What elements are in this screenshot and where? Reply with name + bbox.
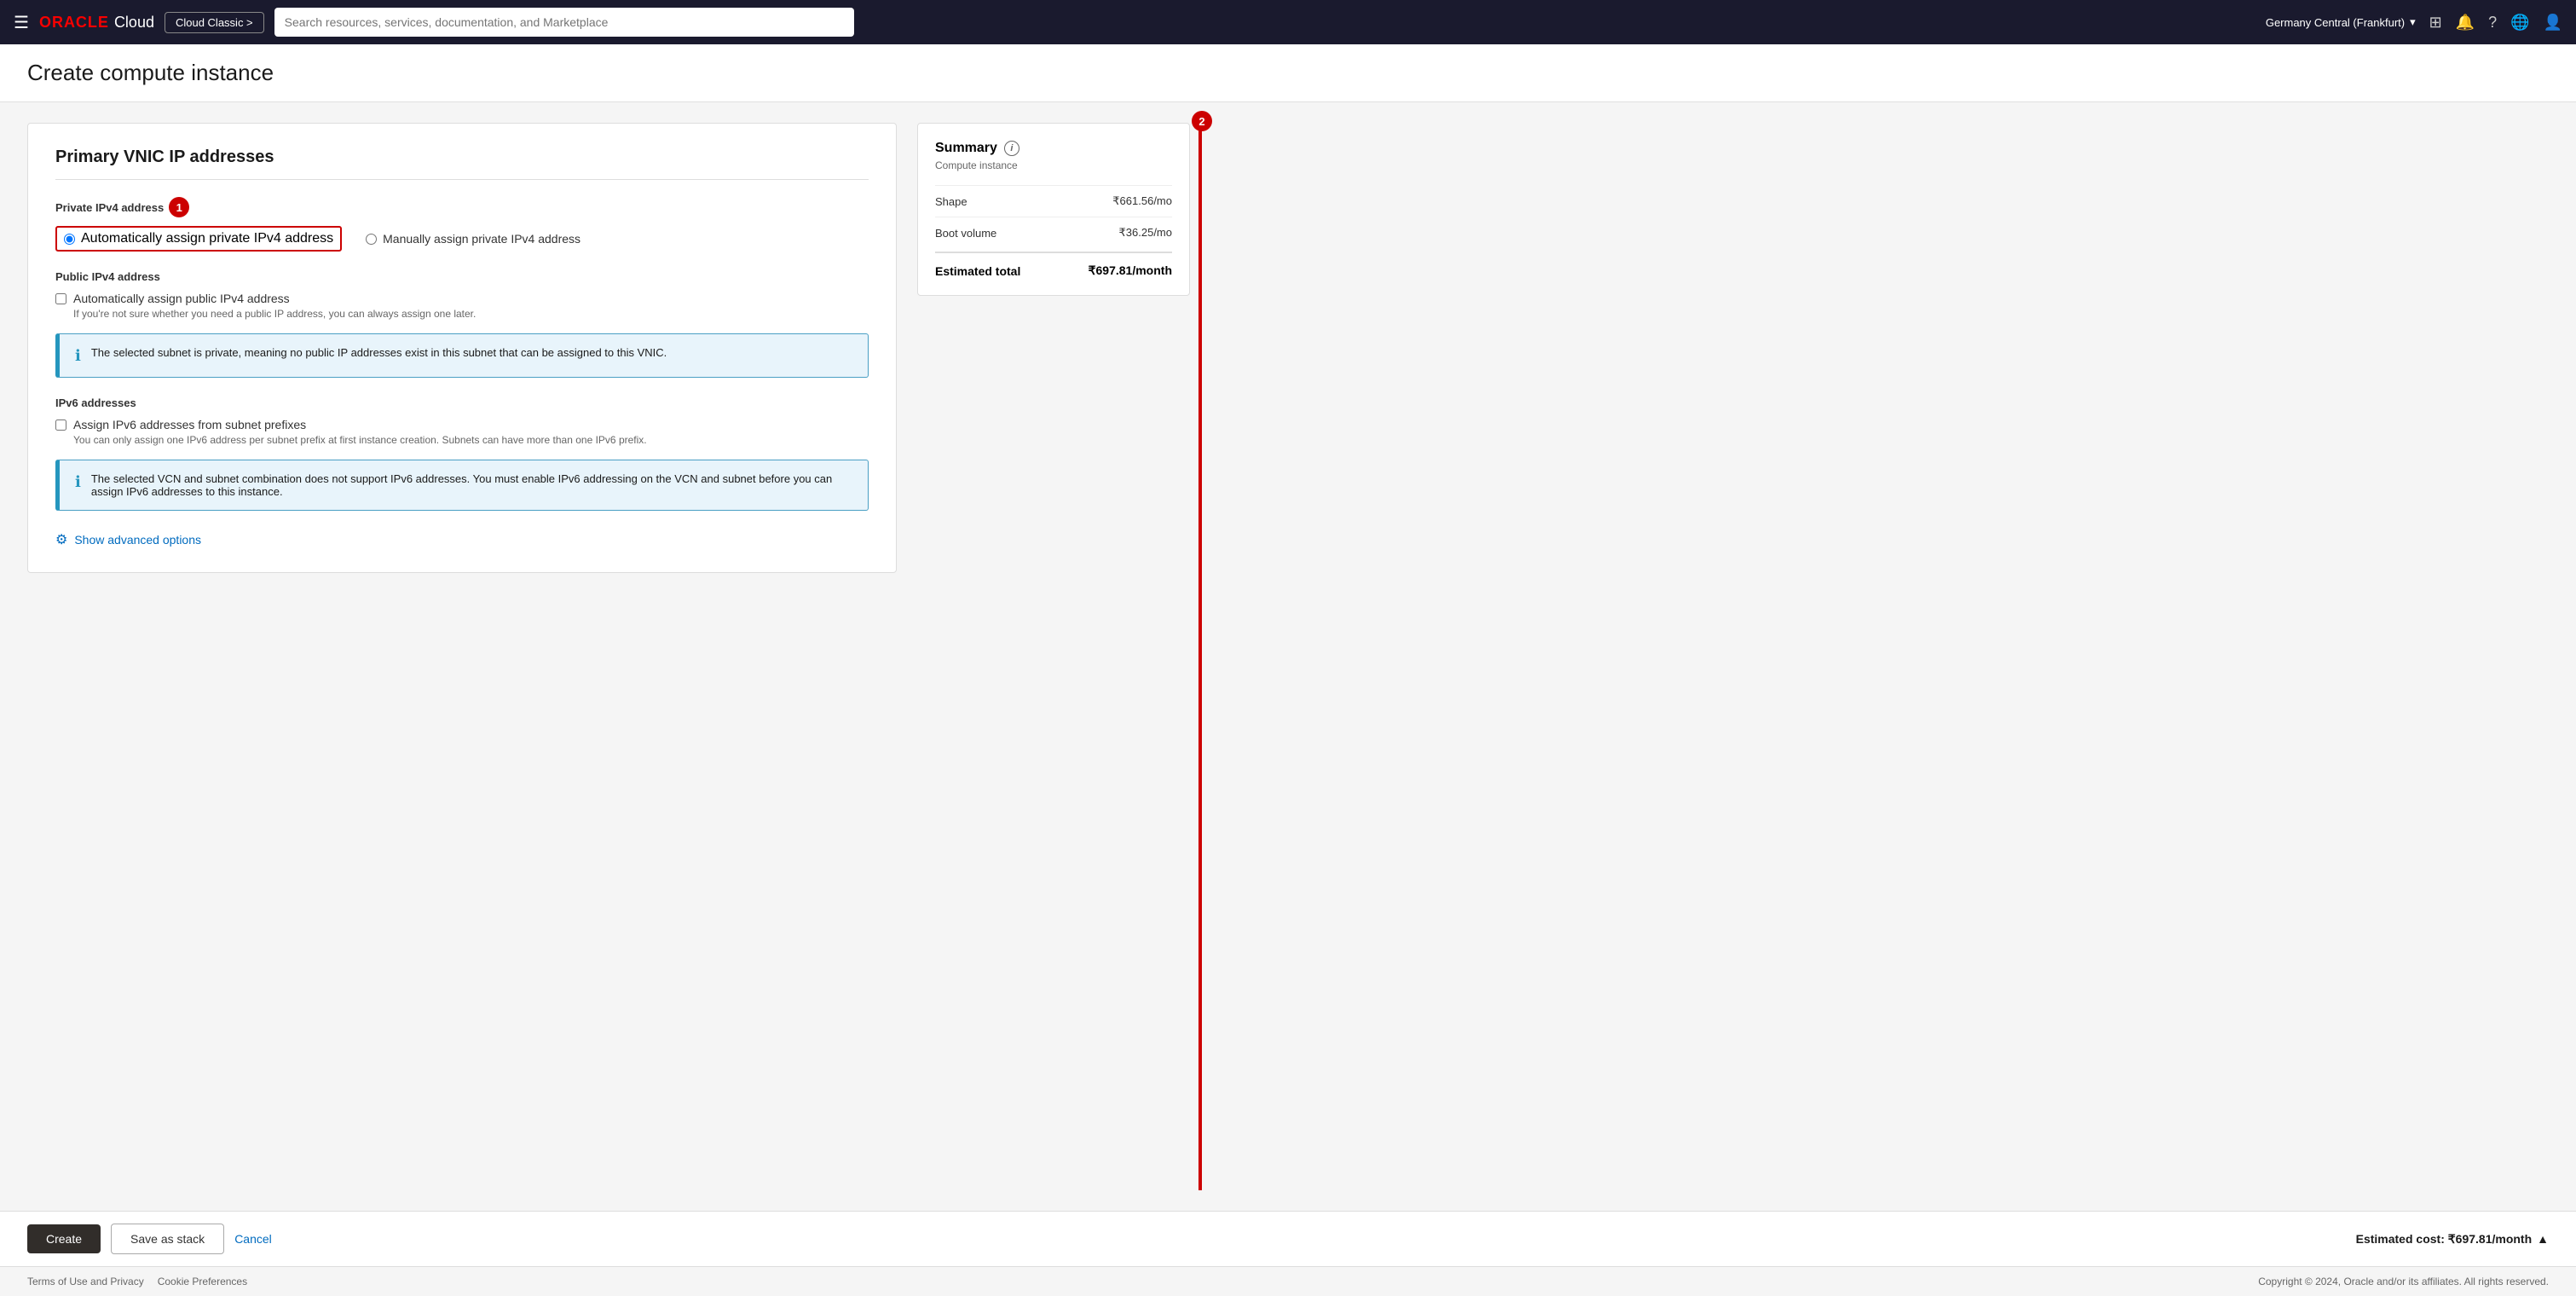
show-advanced-label: Show advanced options (74, 533, 201, 547)
summary-total-value: ₹697.81/month (1089, 263, 1172, 278)
ipv6-label-wrap: Assign IPv6 addresses from subnet prefix… (73, 418, 647, 446)
cloud-classic-button[interactable]: Cloud Classic > (165, 12, 264, 33)
hamburger-icon[interactable]: ☰ (14, 12, 29, 33)
private-subnet-info-box: ℹ The selected subnet is private, meanin… (55, 333, 869, 378)
footer: Terms of Use and Privacy Cookie Preferen… (0, 1266, 2576, 1296)
summary-card: Summary i Compute instance Shape ₹661.56… (917, 123, 1190, 296)
cookie-link[interactable]: Cookie Preferences (158, 1276, 247, 1287)
ipv6-info-text: The selected VCN and subnet combination … (91, 472, 852, 498)
auto-public-ipv4-label-wrap: Automatically assign public IPv4 address… (73, 292, 476, 320)
footer-links: Terms of Use and Privacy Cookie Preferen… (27, 1276, 247, 1287)
user-avatar-icon[interactable]: 👤 (2544, 14, 2562, 32)
notifications-icon[interactable]: 🔔 (2456, 14, 2475, 32)
ipv6-sub-label: You can only assign one IPv6 address per… (73, 434, 647, 446)
sliders-icon: ⚙ (55, 531, 67, 548)
primary-vnic-section: Primary VNIC IP addresses Private IPv4 a… (27, 123, 897, 573)
private-ipv4-radio-group: Automatically assign private IPv4 addres… (55, 226, 869, 252)
estimated-cost-display[interactable]: Estimated cost: ₹697.81/month ▲ (2356, 1232, 2549, 1247)
private-subnet-info-text: The selected subnet is private, meaning … (91, 346, 667, 359)
language-icon[interactable]: 🌐 (2510, 14, 2529, 32)
summary-boot-volume-label: Boot volume (935, 227, 996, 240)
terms-link[interactable]: Terms of Use and Privacy (27, 1276, 144, 1287)
page-title: Create compute instance (27, 60, 2549, 86)
summary-title: Summary (935, 141, 997, 156)
private-ipv4-label: Private IPv4 address 1 (55, 197, 869, 217)
bottom-bar: Create Save as stack Cancel Estimated co… (0, 1211, 2576, 1266)
cloud-text: Cloud (114, 14, 154, 32)
estimated-cost-text: Estimated cost: ₹697.81/month (2356, 1232, 2533, 1247)
summary-boot-volume-value: ₹36.25/mo (1119, 226, 1172, 240)
page-header: Create compute instance (0, 44, 2576, 102)
manual-private-radio-input[interactable] (366, 234, 377, 245)
summary-shape-label: Shape (935, 195, 967, 208)
summary-header: Summary i (935, 141, 1172, 156)
chevron-up-icon: ▲ (2537, 1232, 2549, 1246)
oracle-text: ORACLE (39, 14, 109, 32)
top-navigation: ☰ ORACLE Cloud Cloud Classic > Germany C… (0, 0, 2576, 44)
help-icon[interactable]: ? (2488, 14, 2497, 32)
auto-private-radio-label: Automatically assign private IPv4 addres… (81, 231, 333, 246)
region-selector[interactable]: Germany Central (Frankfurt) ▾ (2266, 15, 2416, 29)
nav-right-controls: Germany Central (Frankfurt) ▾ ⊞ 🔔 ? 🌐 👤 (2266, 14, 2562, 32)
ipv6-checkbox-group: Assign IPv6 addresses from subnet prefix… (55, 418, 869, 446)
console-icon[interactable]: ⊞ (2429, 14, 2442, 32)
summary-total-label: Estimated total (935, 264, 1020, 278)
main-content: Primary VNIC IP addresses Private IPv4 a… (0, 102, 2576, 1211)
auto-public-ipv4-sub-label: If you're not sure whether you need a pu… (73, 308, 476, 320)
auto-public-ipv4-checkbox-group: Automatically assign public IPv4 address… (55, 292, 869, 320)
form-panel: Primary VNIC IP addresses Private IPv4 a… (27, 123, 897, 1190)
cancel-button[interactable]: Cancel (234, 1232, 272, 1246)
search-input[interactable] (285, 15, 844, 29)
search-bar[interactable] (274, 8, 854, 37)
copyright-text: Copyright © 2024, Oracle and/or its affi… (2258, 1276, 2549, 1287)
info-circle-icon: ℹ (75, 347, 81, 365)
summary-shape-row: Shape ₹661.56/mo (935, 185, 1172, 217)
section-title: Primary VNIC IP addresses (55, 148, 869, 180)
manual-private-radio-label: Manually assign private IPv4 address (383, 232, 580, 246)
summary-boot-volume-row: Boot volume ₹36.25/mo (935, 217, 1172, 248)
summary-info-icon[interactable]: i (1004, 141, 1019, 156)
show-advanced-options-link[interactable]: ⚙ Show advanced options (55, 531, 869, 548)
auto-assign-private-radio-selected[interactable]: Automatically assign private IPv4 addres… (55, 226, 342, 252)
ipv6-main-label: Assign IPv6 addresses from subnet prefix… (73, 418, 647, 431)
public-ipv4-label: Public IPv4 address (55, 270, 869, 283)
summary-panel: 2 Summary i Compute instance Shape ₹661.… (917, 123, 1190, 1190)
manual-assign-private-radio[interactable]: Manually assign private IPv4 address (366, 232, 580, 246)
step2-badge: 2 (1192, 111, 1212, 131)
summary-shape-value: ₹661.56/mo (1112, 194, 1172, 208)
summary-subtitle: Compute instance (935, 159, 1172, 171)
ipv6-checkbox[interactable] (55, 419, 66, 431)
auto-private-radio-input[interactable] (64, 234, 75, 245)
summary-total-row: Estimated total ₹697.81/month (935, 252, 1172, 278)
ipv6-info-box: ℹ The selected VCN and subnet combinatio… (55, 460, 869, 511)
save-as-stack-button[interactable]: Save as stack (111, 1224, 224, 1254)
step1-badge: 1 (169, 197, 189, 217)
auto-public-ipv4-checkbox[interactable] (55, 293, 66, 304)
oracle-logo: ORACLE Cloud (39, 14, 154, 32)
auto-public-ipv4-main-label: Automatically assign public IPv4 address (73, 292, 476, 305)
scroll-annotation-line (1198, 123, 1202, 1190)
ipv6-info-circle-icon: ℹ (75, 473, 81, 491)
ipv6-label: IPv6 addresses (55, 396, 869, 409)
create-button[interactable]: Create (27, 1224, 101, 1253)
